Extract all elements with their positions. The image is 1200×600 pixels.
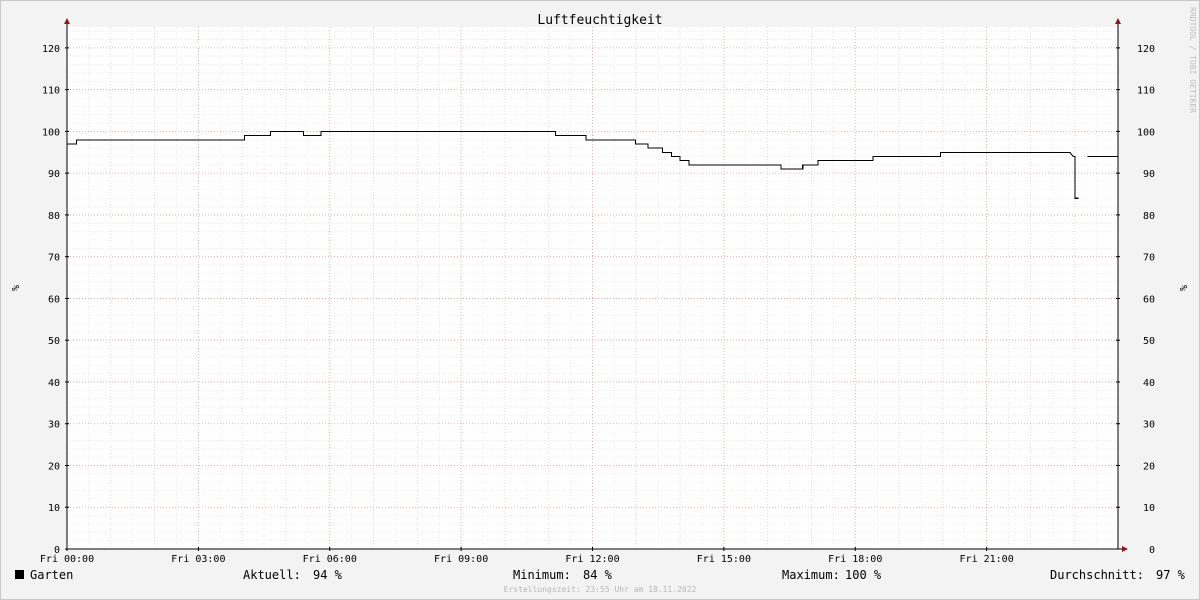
y-tick-label-left: 70 xyxy=(48,253,60,264)
y-axis-label-left: % xyxy=(9,285,20,291)
y-tick-label-right: 60 xyxy=(1143,294,1155,305)
y-tick-label-right: 20 xyxy=(1143,461,1155,472)
y-tick-label-right: 10 xyxy=(1143,503,1155,514)
y-tick-label-right: 100 xyxy=(1137,127,1155,138)
x-tick-label: Fri 03:00 xyxy=(171,554,225,565)
left-axis-arrow xyxy=(64,18,70,24)
y-tick-label-left: 110 xyxy=(42,86,60,97)
aktuell-value: 94 % xyxy=(313,568,343,582)
x-tick-label: Fri 18:00 xyxy=(828,554,882,565)
x-tick-labels: Fri 00:00 Fri 03:00 Fri 06:00 Fri 09:00 Fri … xyxy=(40,554,1014,565)
aktuell-label: Aktuell: xyxy=(243,568,301,582)
maximum-value: 100 % xyxy=(845,568,882,582)
y-tick-label-right: 30 xyxy=(1143,420,1155,431)
x-tick-label: Fri 21:00 xyxy=(960,554,1014,565)
rrdtool-watermark: RRDTOOL / TOBI OETIKER xyxy=(1188,7,1197,113)
y-tick-label-right: 90 xyxy=(1143,169,1155,180)
y-tick-label-left: 120 xyxy=(42,44,60,55)
creation-time-footer: Erstellungszeit: 23:55 Uhr am 18.11.2022 xyxy=(504,585,697,594)
x-tick-label: Fri 00:00 xyxy=(40,554,94,565)
y-tick-label-left: 30 xyxy=(48,420,60,431)
x-tick-label: Fri 09:00 xyxy=(434,554,488,565)
x-axis-arrow xyxy=(1122,546,1128,552)
y-tick-label-left: 60 xyxy=(48,294,60,305)
right-axis-arrow xyxy=(1115,18,1121,24)
y-tick-label-left: 90 xyxy=(48,169,60,180)
maximum-label: Maximum: xyxy=(782,568,840,582)
y-tick-label-left: 50 xyxy=(48,336,60,347)
y-tick-label-right: 70 xyxy=(1143,253,1155,264)
y-tick-label-left: 10 xyxy=(48,503,60,514)
durchschnitt-label: Durchschnitt: xyxy=(1050,568,1144,582)
y-tick-label-right: 80 xyxy=(1143,211,1155,222)
durchschnitt-value: 97 % xyxy=(1156,568,1186,582)
y-tick-label-right: 110 xyxy=(1137,86,1155,97)
humidity-chart: 0 010 1020 2030 3040 4050 5060 6070 7080 8090 9010… xyxy=(9,7,1197,594)
minimum-label: Minimum: xyxy=(513,568,571,582)
y-axis-label-right: % xyxy=(1177,285,1188,291)
x-tick-label: Fri 15:00 xyxy=(697,554,751,565)
y-tick-label-left: 40 xyxy=(48,378,60,389)
legend-series-name: Garten xyxy=(30,568,73,582)
y-tick-label-right: 120 xyxy=(1137,44,1155,55)
legend-swatch xyxy=(15,570,24,579)
y-tick-label-right: 40 xyxy=(1143,378,1155,389)
y-tick-label-right: 0 xyxy=(1149,545,1155,556)
minimum-value: 84 % xyxy=(583,568,613,582)
x-tick-label: Fri 12:00 xyxy=(565,554,619,565)
x-tick-label: Fri 06:00 xyxy=(303,554,357,565)
y-tick-label-right: 50 xyxy=(1143,336,1155,347)
y-tick-label-left: 100 xyxy=(42,127,60,138)
chart-title: Luftfeuchtigkeit xyxy=(537,13,662,28)
y-tick-label-left: 20 xyxy=(48,461,60,472)
y-tick-label-left: 80 xyxy=(48,211,60,222)
